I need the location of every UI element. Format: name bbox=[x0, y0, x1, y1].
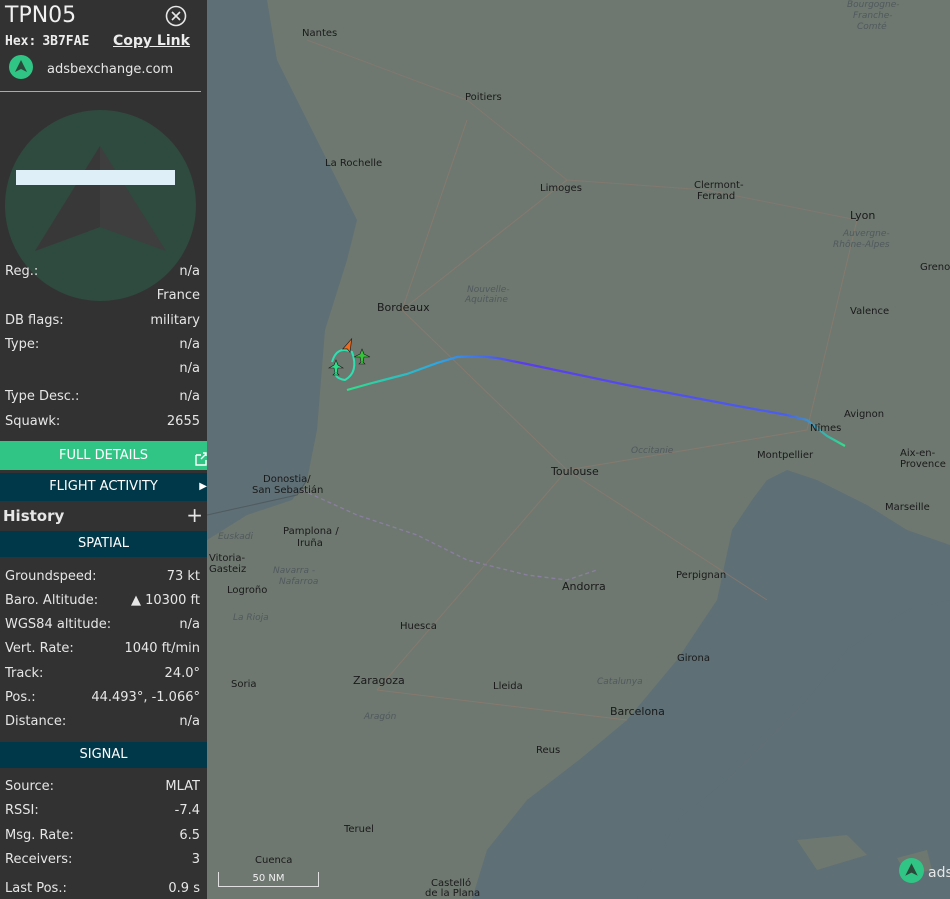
spatial-row-track: Track: 24.0° bbox=[5, 666, 200, 681]
close-icon[interactable] bbox=[165, 5, 187, 27]
spatial-row-distance: Distance: n/a bbox=[5, 714, 200, 729]
signal-row-last-pos: Last Pos.: 0.9 s bbox=[5, 881, 200, 896]
city-label: Pamplona / bbox=[283, 526, 339, 537]
region-label: Nouvelle- bbox=[467, 285, 510, 295]
spatial-row-wgs84-altitude: WGS84 altitude: n/a bbox=[5, 617, 200, 632]
detail-row-typedesc: Type Desc.: n/a bbox=[5, 389, 200, 404]
city-label: Cuenca bbox=[255, 855, 293, 866]
city-label: Lyon bbox=[850, 209, 876, 222]
region-label: Bourgogne- bbox=[847, 0, 900, 10]
city-label: Nîmes bbox=[810, 423, 842, 434]
signal-section-header: SIGNAL bbox=[0, 742, 207, 768]
city-label: Bordeaux bbox=[377, 301, 430, 314]
detail-row-type: Type: n/a bbox=[5, 337, 200, 352]
region-label: Navarra - bbox=[273, 566, 316, 576]
signal-row-msg-rate: Msg. Rate: 6.5 bbox=[5, 828, 200, 843]
city-label: Reus bbox=[536, 745, 561, 756]
chevron-right-icon: ▶ bbox=[199, 481, 207, 492]
signal-row-rssi: RSSI: -7.4 bbox=[5, 803, 200, 818]
city-label: Logroño bbox=[227, 585, 268, 596]
city-label: Nantes bbox=[302, 28, 338, 39]
city-label: Gasteiz bbox=[209, 564, 247, 575]
city-label: Girona bbox=[677, 653, 711, 664]
map-scale-bar: 50 NM bbox=[218, 872, 319, 887]
full-details-label: FULL DETAILS bbox=[59, 448, 148, 463]
callsign: TPN05 bbox=[5, 3, 77, 28]
adsbexchange-logo-icon bbox=[899, 858, 924, 887]
adsbexchange-logo-icon bbox=[9, 55, 33, 83]
signal-row-receivers: Receivers: 3 bbox=[5, 852, 200, 867]
city-label: Limoges bbox=[540, 183, 582, 194]
city-label: Vitoria- bbox=[209, 553, 246, 564]
hex-row: Hex: 3B7FAE bbox=[5, 34, 89, 49]
spatial-section-header: SPATIAL bbox=[0, 531, 207, 557]
city-label: San Sebastián bbox=[252, 485, 324, 496]
flight-activity-label: FLIGHT ACTIVITY bbox=[49, 479, 158, 494]
info-sidebar: TPN05 Hex: 3B7FAE Copy Link adsbexchange.… bbox=[0, 0, 207, 899]
full-details-button[interactable]: FULL DETAILS bbox=[0, 441, 207, 470]
city-label: Andorra bbox=[562, 580, 606, 593]
site-link[interactable]: adsbexchange.com bbox=[9, 55, 174, 83]
city-label: Lleida bbox=[493, 681, 523, 692]
hex-value: 3B7FAE bbox=[42, 34, 90, 49]
city-label: Marseille bbox=[885, 502, 930, 513]
city-label: Grenob bbox=[920, 262, 950, 273]
signal-row-source: Source: MLAT bbox=[5, 779, 200, 794]
city-label: Ferrand bbox=[697, 191, 736, 202]
city-label: Aix-en- bbox=[900, 448, 936, 459]
city-label: La Rochelle bbox=[325, 158, 383, 169]
city-label: Provence bbox=[900, 459, 946, 470]
region-label: Nafarroa bbox=[279, 577, 319, 587]
detail-row-reg: Reg.: n/a bbox=[5, 264, 200, 279]
expand-history-plus-icon[interactable]: + bbox=[186, 503, 203, 527]
map-view[interactable]: Nantes Poitiers La Rochelle Limoges Cler… bbox=[207, 0, 950, 899]
city-label: Toulouse bbox=[551, 465, 599, 478]
city-label: Clermont- bbox=[694, 180, 744, 191]
region-label: Comté bbox=[857, 22, 887, 32]
region-label: Occitanie bbox=[631, 446, 674, 456]
history-title: History bbox=[3, 507, 65, 525]
brand-text: ads bbox=[928, 864, 950, 881]
region-label: Catalunya bbox=[597, 677, 643, 687]
map-brand: ads bbox=[899, 858, 950, 887]
city-label: Zaragoza bbox=[353, 674, 405, 687]
region-label: Aquitaine bbox=[465, 295, 508, 305]
region-label: Franche- bbox=[853, 11, 893, 21]
detail-row-country: France bbox=[156, 288, 200, 303]
city-label: Soria bbox=[231, 679, 257, 690]
spatial-row-vert-rate: Vert. Rate: 1040 ft/min bbox=[5, 641, 200, 656]
city-label: Huesca bbox=[400, 621, 437, 632]
region-label: Euskadi bbox=[218, 532, 254, 542]
city-label: Iruña bbox=[297, 538, 323, 549]
region-label: Aragón bbox=[364, 712, 397, 722]
region-label: Rhône-Alpes bbox=[833, 240, 890, 250]
city-label: Avignon bbox=[844, 409, 885, 420]
detail-row-type-extra: n/a bbox=[179, 361, 200, 376]
city-label: de la Plana bbox=[425, 888, 481, 899]
site-label: adsbexchange.com bbox=[47, 61, 174, 77]
hex-label: Hex: bbox=[5, 34, 37, 49]
divider bbox=[0, 91, 201, 92]
region-label: Auvergne- bbox=[843, 229, 890, 239]
region-label: La Rioja bbox=[233, 613, 269, 623]
flight-activity-button[interactable]: FLIGHT ACTIVITY ▶ bbox=[0, 473, 207, 501]
spatial-row-groundspeed: Groundspeed: 73 kt bbox=[5, 569, 200, 584]
spatial-row-position: Pos.: 44.493°, -1.066° bbox=[5, 690, 200, 705]
city-label: Perpignan bbox=[676, 570, 727, 581]
spatial-row-baro-altitude: Baro. Altitude: ▲ 10300 ft bbox=[5, 593, 200, 608]
city-label: Donostia/ bbox=[263, 474, 311, 485]
map-background bbox=[207, 0, 950, 899]
city-label: Valence bbox=[850, 306, 890, 317]
city-label: Barcelona bbox=[610, 705, 665, 718]
detail-row-squawk: Squawk: 2655 bbox=[5, 414, 200, 429]
copy-link-button[interactable]: Copy Link bbox=[113, 33, 190, 49]
detail-row-dbflags: DB flags: military bbox=[5, 313, 200, 328]
city-label: Poitiers bbox=[465, 92, 502, 103]
city-label: Montpellier bbox=[757, 450, 814, 461]
city-label: Teruel bbox=[344, 824, 374, 835]
history-header[interactable]: History + bbox=[0, 503, 207, 529]
